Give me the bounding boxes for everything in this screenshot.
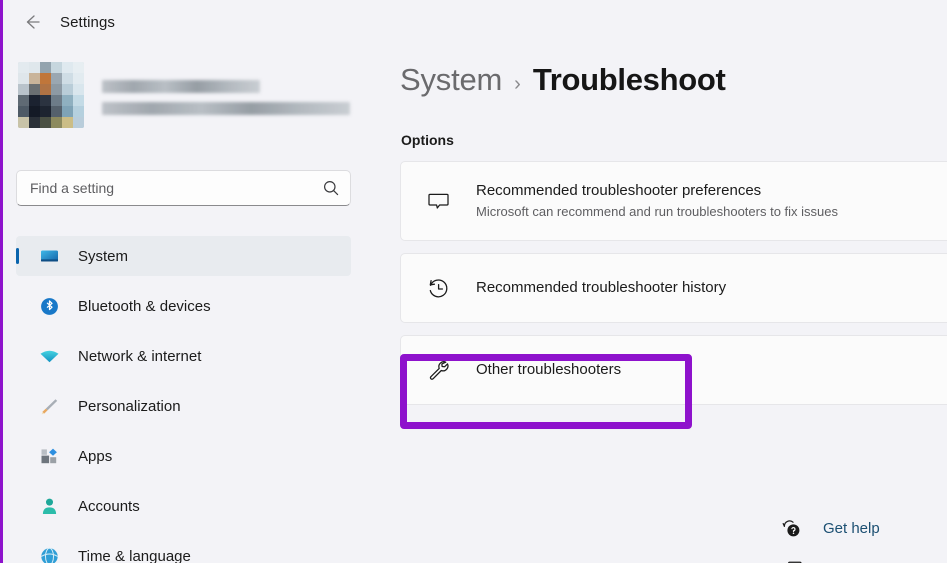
sidebar-item-network-internet[interactable]: Network & internet xyxy=(16,336,351,376)
card-text: Recommended troubleshooter preferences M… xyxy=(476,181,838,221)
app-title: Settings xyxy=(60,13,115,31)
sidebar-item-label: Accounts xyxy=(78,497,140,515)
sidebar-item-label: Time & language xyxy=(78,547,191,563)
breadcrumb-parent[interactable]: System xyxy=(400,62,502,98)
paintbrush-icon xyxy=(38,395,60,417)
card-text: Recommended troubleshooter history xyxy=(476,278,726,298)
breadcrumb: System › Troubleshoot xyxy=(400,62,726,98)
title-bar: Settings xyxy=(0,0,947,44)
sidebar-item-personalization[interactable]: Personalization xyxy=(16,386,351,426)
link-get-help[interactable]: Get help xyxy=(780,512,919,544)
card-text: Other troubleshooters xyxy=(476,360,621,380)
sidebar-item-label: Bluetooth & devices xyxy=(78,297,211,315)
back-arrow-icon xyxy=(22,12,42,32)
sidebar-item-label: Apps xyxy=(78,447,113,465)
wrench-icon xyxy=(425,357,451,383)
bluetooth-icon xyxy=(38,295,60,317)
back-button[interactable] xyxy=(16,6,48,38)
breadcrumb-separator-icon: › xyxy=(514,73,521,95)
monitor-icon xyxy=(38,245,60,267)
sidebar: System Bluetooth & devices xyxy=(0,44,380,563)
sidebar-item-time-language[interactable]: Time & language xyxy=(16,536,351,563)
account-block[interactable] xyxy=(18,62,350,128)
sidebar-item-accounts[interactable]: Accounts xyxy=(16,486,351,526)
options-card-list: Recommended troubleshooter preferences M… xyxy=(400,161,947,417)
history-clock-icon xyxy=(425,275,451,301)
page-title: Troubleshoot xyxy=(532,62,726,97)
link-give-feedback[interactable]: Give feedback xyxy=(780,553,919,563)
settings-window: Settings Find a setting System Bluetooth… xyxy=(0,0,947,563)
main-content: System › Troubleshoot Options Recommende… xyxy=(380,44,947,563)
account-email-bar xyxy=(102,101,350,115)
sidebar-item-system[interactable]: System xyxy=(16,236,351,276)
account-name-bar xyxy=(102,79,260,93)
search-input[interactable] xyxy=(30,180,322,196)
footer-links: Get help Give feedback xyxy=(780,512,919,563)
sidebar-item-apps[interactable]: Apps xyxy=(16,436,351,476)
globe-icon xyxy=(38,545,60,563)
link-label: Get help xyxy=(823,519,880,537)
section-label: Options xyxy=(401,132,454,148)
account-name-redacted xyxy=(102,76,350,115)
apps-icon xyxy=(38,445,60,467)
card-title: Recommended troubleshooter history xyxy=(476,279,727,296)
help-question-icon xyxy=(780,517,802,539)
wifi-icon xyxy=(38,345,60,367)
sidebar-item-bluetooth-devices[interactable]: Bluetooth & devices xyxy=(16,286,351,326)
card-other-troubleshooters[interactable]: Other troubleshooters xyxy=(400,335,947,405)
card-subtitle: Microsoft can recommend and run troubles… xyxy=(476,204,839,219)
card-title: Other troubleshooters xyxy=(476,361,622,378)
person-icon xyxy=(38,495,60,517)
sidebar-item-label: Personalization xyxy=(78,397,181,415)
card-recommended-troubleshooter-history[interactable]: Recommended troubleshooter history xyxy=(400,253,947,323)
sidebar-item-label: System xyxy=(78,247,129,265)
feedback-person-icon xyxy=(780,558,802,563)
chat-bubble-icon xyxy=(425,188,451,214)
search-box[interactable] xyxy=(16,170,351,206)
avatar xyxy=(18,62,84,128)
annotation-edge-line xyxy=(0,0,3,563)
sidebar-nav: System Bluetooth & devices Network & int… xyxy=(16,236,351,563)
card-title: Recommended troubleshooter preferences xyxy=(476,182,762,199)
sidebar-item-label: Network & internet xyxy=(78,347,202,365)
card-recommended-troubleshooter-preferences[interactable]: Recommended troubleshooter preferences M… xyxy=(400,161,947,241)
search-icon xyxy=(322,179,340,197)
